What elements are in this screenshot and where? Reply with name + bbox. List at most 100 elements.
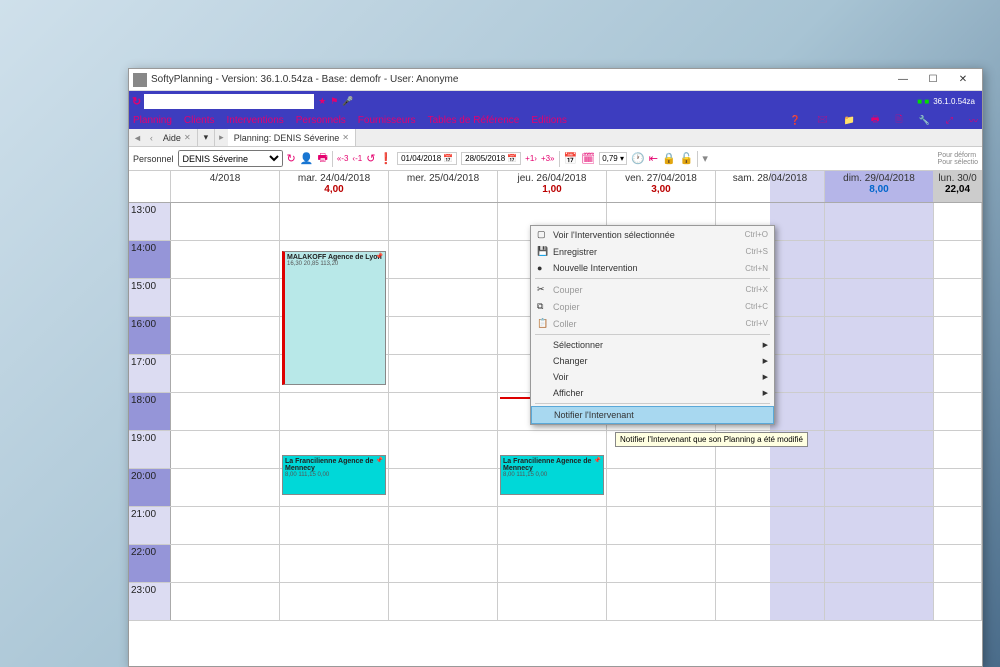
context-menu[interactable]: ▢Voir l'Intervention sélectionnéeCtrl+O💾…	[530, 225, 775, 425]
doc-icon[interactable]: 🗎	[895, 112, 902, 128]
maximize-button[interactable]: ☐	[918, 71, 948, 89]
tab-nav-prev2[interactable]: ‹	[146, 133, 157, 143]
calendar-icon: 📅	[507, 154, 517, 163]
chevron-right-icon: ▶	[763, 373, 768, 381]
personnel-select[interactable]: DENIS Séverine	[178, 150, 283, 167]
fullscreen-icon[interactable]: ⤢	[946, 115, 953, 126]
pin-icon: 📌	[376, 457, 383, 464]
close-icon[interactable]: ✕	[184, 133, 191, 142]
minimize-button[interactable]: —	[888, 71, 918, 89]
chevron-right-icon: ▶	[763, 389, 768, 397]
tool-icon[interactable]: 🖂	[817, 112, 828, 128]
menu-tables[interactable]: Tables de Référence	[428, 115, 520, 126]
step-n1-icon[interactable]: ‹-1	[352, 154, 362, 163]
ctx-item[interactable]: ✂CouperCtrl+X	[531, 281, 774, 298]
mic-icon[interactable]: 🎤	[342, 96, 353, 107]
date-start-input[interactable]: 01/04/2018📅	[397, 152, 457, 165]
cal2-icon[interactable]: 🗓	[581, 152, 595, 165]
tab-nav-mid[interactable]: ▾	[198, 129, 216, 146]
lock-icon[interactable]: 🔒	[662, 152, 676, 165]
hint-text: Pour déformPour sélectio	[938, 152, 978, 166]
ctx-icon: ●	[537, 263, 553, 273]
flag-icon[interactable]: ⚑	[330, 96, 338, 107]
zoom-select[interactable]: 0,79 ▾	[599, 152, 627, 165]
more-icon[interactable]: ▾	[702, 152, 708, 165]
history-icon[interactable]: 🕐	[631, 152, 645, 165]
tab-nav-prev[interactable]: ◄	[129, 133, 146, 143]
ctx-icon: ⧉	[537, 301, 553, 312]
time-label: 19:00	[129, 431, 171, 468]
tab-aide[interactable]: Aide✕	[157, 129, 198, 146]
menubar: Planning Clients Interventions Personnel…	[129, 111, 982, 129]
person-icon[interactable]: 👤	[300, 152, 314, 165]
ctx-item[interactable]: ●Nouvelle InterventionCtrl+N	[531, 260, 774, 276]
personnel-label: Personnel	[133, 154, 174, 164]
cal1-icon[interactable]: 📅	[564, 152, 578, 165]
ctx-item[interactable]: Notifier l'Intervenant	[531, 406, 774, 424]
tab-planning[interactable]: Planning: DENIS Séverine✕	[228, 129, 356, 146]
ctx-icon: 📋	[537, 318, 553, 329]
title-bar: SoftyPlanning - Version: 36.1.0.54za - B…	[129, 69, 982, 91]
calendar-header: 4/2018 mar. 24/04/20184,00 mer. 25/04/20…	[129, 171, 982, 203]
date-end-input[interactable]: 28/05/2018📅	[461, 152, 521, 165]
time-label: 21:00	[129, 507, 171, 544]
unlock-icon[interactable]: 🔓	[680, 152, 694, 165]
ctx-item[interactable]: Changer▶	[531, 353, 774, 369]
star-icon[interactable]: ★	[318, 96, 326, 107]
menu-personnels[interactable]: Personnels	[296, 115, 346, 126]
ctx-icon: ▢	[537, 229, 553, 240]
menu-interventions[interactable]: Interventions	[227, 115, 284, 126]
time-label: 22:00	[129, 545, 171, 582]
day-header[interactable]: mer. 25/04/2018	[389, 171, 498, 202]
time-label: 23:00	[129, 583, 171, 620]
status-dot: ■ ■	[917, 97, 929, 106]
version-badge: 36.1.0.54za	[933, 97, 975, 106]
alert-icon[interactable]: ❗	[379, 152, 393, 165]
step-n3-icon[interactable]: «-3	[337, 154, 349, 163]
help-icon[interactable]: ❓	[790, 115, 801, 126]
print-icon[interactable]: 🖶	[317, 149, 327, 168]
wave-icon[interactable]: 〰	[969, 114, 978, 127]
tab-nav-next[interactable]: ▸	[215, 132, 228, 143]
wrench-icon[interactable]: 🔧	[919, 115, 930, 126]
ctx-item[interactable]: 📋CollerCtrl+V	[531, 315, 774, 332]
step-p1-icon[interactable]: +1›	[525, 154, 537, 163]
ctx-item[interactable]: Afficher▶	[531, 385, 774, 401]
day-header[interactable]: sam. 28/04/2018	[716, 171, 825, 202]
ctx-item[interactable]: 💾EnregistrerCtrl+S	[531, 243, 774, 260]
ctx-item[interactable]: Sélectionner▶	[531, 337, 774, 353]
day-header[interactable]: mar. 24/04/20184,00	[280, 171, 389, 202]
day-header[interactable]: lun. 30/022,04	[934, 171, 982, 202]
step-p3-icon[interactable]: +3»	[541, 154, 555, 163]
time-label: 18:00	[129, 393, 171, 430]
ctx-item[interactable]: Voir▶	[531, 369, 774, 385]
day-header[interactable]: 4/2018	[171, 171, 280, 202]
menu-planning[interactable]: Planning	[133, 115, 172, 126]
time-label: 15:00	[129, 279, 171, 316]
ctx-item[interactable]: ▢Voir l'Intervention sélectionnéeCtrl+O	[531, 226, 774, 243]
time-label: 16:00	[129, 317, 171, 354]
ctx-item[interactable]: ⧉CopierCtrl+C	[531, 298, 774, 315]
day-header[interactable]: dim. 29/04/20188,00	[825, 171, 934, 202]
toolbar-top: ↻ ★ ⚑ 🎤 ■ ■ 36.1.0.54za	[129, 91, 982, 111]
refresh-icon[interactable]: ↻	[287, 152, 296, 165]
app-icon	[133, 73, 147, 87]
reset-icon[interactable]: ↺	[366, 152, 375, 165]
close-button[interactable]: ✕	[948, 71, 978, 89]
menu-fournisseurs[interactable]: Fournisseurs	[358, 115, 416, 126]
menu-editions[interactable]: Editions	[531, 115, 567, 126]
pin-icon: 📌	[376, 253, 383, 260]
tooltip: Notifier l'Intervenant que son Planning …	[615, 432, 808, 447]
folder-icon[interactable]: 📁	[844, 115, 855, 126]
day-header[interactable]: ven. 27/04/20183,00	[607, 171, 716, 202]
print-icon[interactable]: 🖶	[871, 112, 880, 128]
search-input[interactable]	[144, 94, 314, 109]
chevron-right-icon: ▶	[763, 341, 768, 349]
close-icon[interactable]: ✕	[342, 133, 349, 142]
chevron-right-icon: ▶	[763, 357, 768, 365]
time-label: 13:00	[129, 203, 171, 240]
refresh-icon[interactable]: ↻	[132, 95, 141, 108]
menu-clients[interactable]: Clients	[184, 115, 215, 126]
day-header[interactable]: jeu. 26/04/20181,00	[498, 171, 607, 202]
indent-icon[interactable]: ⇤	[649, 152, 658, 165]
